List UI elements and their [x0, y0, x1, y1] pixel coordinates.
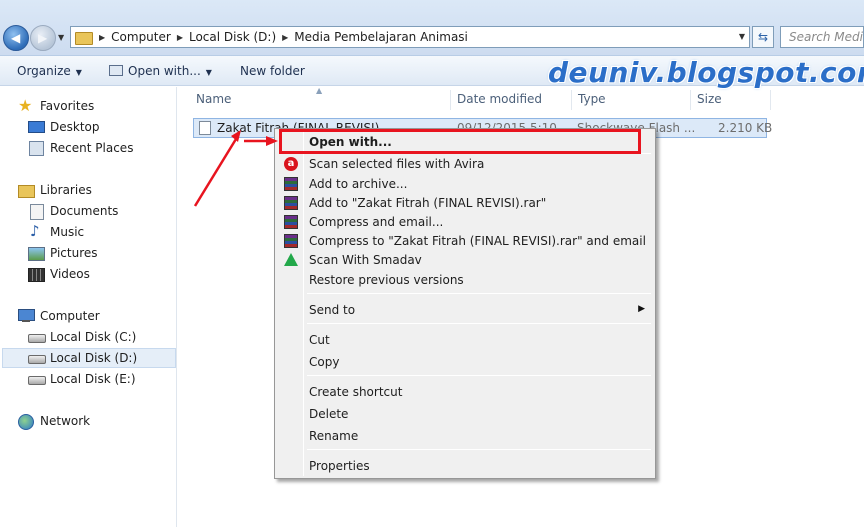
- annotation-arrows: [193, 130, 278, 207]
- annotation-arrowhead-1: [231, 130, 241, 142]
- annotation-arrow-line-1: [193, 138, 238, 207]
- annotation-arrowhead-2: [266, 136, 278, 146]
